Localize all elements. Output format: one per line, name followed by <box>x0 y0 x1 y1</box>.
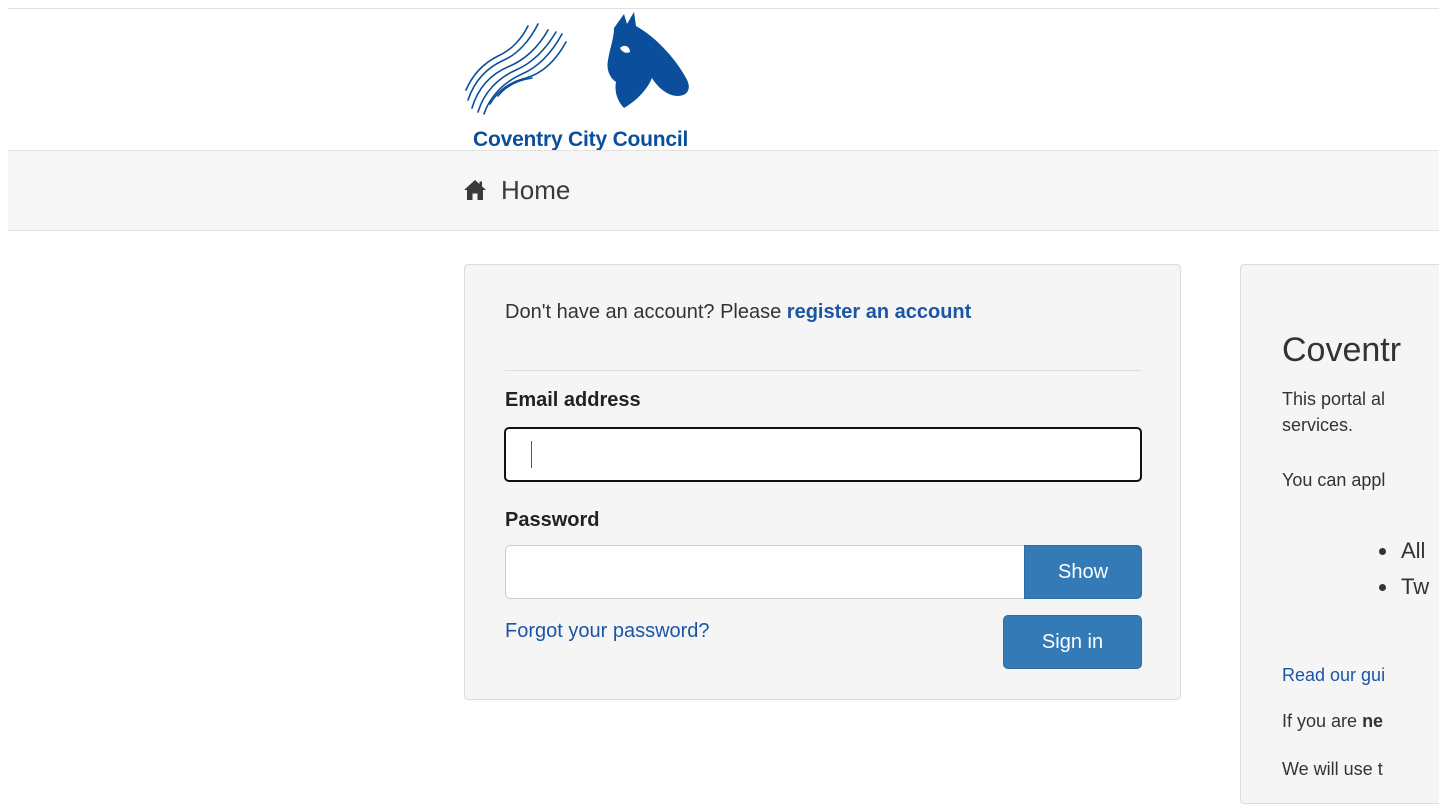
password-field[interactable] <box>505 545 1024 599</box>
bullet-icon <box>1379 584 1386 591</box>
password-group: Show <box>505 545 1142 599</box>
bullet-icon <box>1379 548 1386 555</box>
info-intro-line2: services. <box>1282 415 1354 435</box>
login-panel: Don't have an account? Please register a… <box>464 264 1181 700</box>
info-new-prefix: If you are <box>1282 711 1358 731</box>
text-caret <box>531 441 532 468</box>
list-item: All <box>1379 533 1429 569</box>
info-title: Coventr <box>1282 331 1402 369</box>
info-use-line: We will use t <box>1282 759 1383 779</box>
register-prompt-text: Don't have an account? Please <box>505 301 782 323</box>
email-field[interactable] <box>504 427 1142 482</box>
info-apply-line: You can appl <box>1282 470 1386 490</box>
list-item-label: Tw <box>1401 574 1430 599</box>
nav-home-link[interactable]: Home <box>463 175 570 205</box>
register-divider <box>505 370 1141 371</box>
nav-home-label: Home <box>501 175 571 205</box>
read-guide-link[interactable]: Read our gui <box>1282 665 1385 686</box>
logo-text: Coventry City Council <box>473 128 689 151</box>
email-label: Email address <box>505 389 641 411</box>
info-panel: Coventr This portal al services. You can… <box>1240 264 1439 804</box>
sign-in-button[interactable]: Sign in <box>1003 615 1142 669</box>
info-new-bold: ne <box>1362 711 1384 731</box>
forgot-password-link[interactable]: Forgot your password? <box>505 620 710 643</box>
show-password-button[interactable]: Show <box>1024 545 1142 599</box>
info-services-list: All Tw <box>1379 533 1429 605</box>
info-intro-line1: This portal al <box>1282 389 1386 409</box>
list-item: Tw <box>1379 569 1429 605</box>
register-account-link[interactable]: register an account <box>787 301 972 323</box>
council-logo[interactable]: Coventry City Council <box>464 8 764 151</box>
password-label: Password <box>505 509 600 531</box>
info-new-user-line: If you are ne <box>1282 707 1383 736</box>
navbar: Home <box>8 150 1439 231</box>
list-item-label: All <box>1401 538 1426 563</box>
horse-logo-icon <box>465 12 689 115</box>
register-prompt: Don't have an account? Please register a… <box>505 297 1105 328</box>
home-icon <box>464 180 486 200</box>
